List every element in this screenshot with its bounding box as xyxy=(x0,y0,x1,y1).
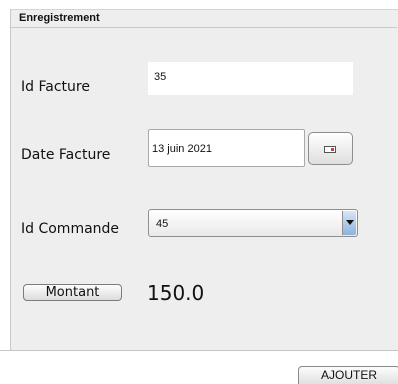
montant-button[interactable]: Montant xyxy=(23,284,122,301)
montant-value: 150.0 xyxy=(147,281,205,305)
date-picker-button[interactable] xyxy=(308,132,353,165)
id-commande-selected: 45 xyxy=(156,218,169,230)
id-commande-label: Id Commande xyxy=(21,221,120,237)
ajouter-button[interactable]: AJOUTER xyxy=(298,366,398,384)
chevron-down-icon xyxy=(346,220,354,225)
panel-title-divider xyxy=(11,27,397,28)
id-facture-label: Id Facture xyxy=(21,79,90,95)
footer-divider xyxy=(0,350,398,351)
date-facture-field[interactable]: 13 juin 2021 xyxy=(148,129,305,167)
id-facture-field[interactable]: 35 xyxy=(148,62,353,95)
panel-title: Enregistrement xyxy=(19,12,100,24)
id-commande-select[interactable]: 45 xyxy=(148,209,358,237)
calendar-icon xyxy=(324,146,336,153)
dropdown-arrow-button[interactable] xyxy=(342,211,356,235)
enregistrement-panel: Enregistrement Id Facture 35 Date Factur… xyxy=(10,9,398,351)
date-facture-label: Date Facture xyxy=(21,147,111,163)
